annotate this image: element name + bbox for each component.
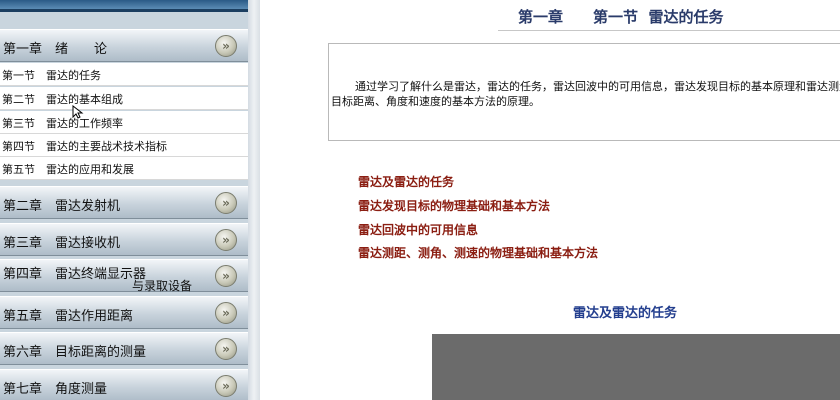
section-item-2[interactable]: 第二节 雷达的基本组成: [0, 87, 248, 110]
topic-link-1[interactable]: 雷达及雷达的任务: [358, 173, 454, 190]
topic-link-3[interactable]: 雷达回波中的可用信息: [358, 221, 478, 238]
chevron-right-icon[interactable]: »: [215, 375, 237, 397]
chevron-right-icon[interactable]: »: [215, 35, 237, 57]
chapter-7-item[interactable]: 第七章 角度测量 »: [0, 369, 248, 400]
section-label: 第三节 雷达的工作频率: [2, 117, 123, 130]
intro-box: 通过学习了解什么是雷达，雷达的任务，雷达回波中的可用信息，雷达发现目标的基本原理…: [328, 43, 840, 141]
section-label: 第五节 雷达的应用和发展: [2, 163, 134, 176]
chevron-right-icon[interactable]: »: [215, 302, 237, 324]
chevron-right-icon[interactable]: »: [215, 265, 237, 287]
chapter-4-label-line2: 与录取设备: [132, 279, 193, 293]
chevron-right-icon[interactable]: »: [215, 338, 237, 360]
title-underline: [498, 30, 840, 31]
chapter-5-item[interactable]: 第五章 雷达作用距离 »: [0, 296, 248, 329]
chevron-right-icon[interactable]: »: [215, 192, 237, 214]
chapter-5-label: 第五章 雷达作用距离: [3, 309, 134, 324]
chapter-2-label: 第二章 雷达发射机: [3, 199, 121, 214]
section-label: 第二节 雷达的基本组成: [2, 93, 123, 106]
chevron-right-icon[interactable]: »: [215, 229, 237, 251]
section-item-3[interactable]: 第三节 雷达的工作频率: [0, 111, 248, 134]
chapter-3-item[interactable]: 第三章 雷达接收机 »: [0, 223, 248, 256]
section-item-5[interactable]: 第五节 雷达的应用和发展: [0, 157, 248, 180]
section-heading: 雷达及雷达的任务: [573, 306, 678, 321]
chapter-4-label: 第四章 雷达终端显示器: [3, 267, 147, 282]
chapter-6-item[interactable]: 第六章 目标距离的测量 »: [0, 332, 248, 365]
chapter-3-label: 第三章 雷达接收机: [3, 236, 121, 251]
topic-link-4[interactable]: 雷达测距、测角、测速的物理基础和基本方法: [358, 244, 598, 261]
mouse-cursor-icon: [72, 105, 84, 119]
page-title: 第一章 第一节 雷达的任务: [518, 8, 724, 26]
content-image: [432, 334, 840, 400]
chapter-1-item[interactable]: 第一章 绪 论 »: [0, 29, 248, 62]
section-label: 第四节 雷达的主要战术技术指标: [2, 140, 167, 153]
chapter-7-label: 第七章 角度测量: [3, 382, 108, 397]
frame-divider[interactable]: [248, 0, 260, 400]
chapter-6-label: 第六章 目标距离的测量: [3, 345, 147, 360]
chapter-2-item[interactable]: 第二章 雷达发射机 »: [0, 186, 248, 219]
chapter-1-label: 第一章 绪 论: [3, 42, 108, 57]
section-item-1[interactable]: 第一节 雷达的任务: [0, 63, 248, 86]
content-pane: 第一章 第一节 雷达的任务 通过学习了解什么是雷达，雷达的任务，雷达回波中的可用…: [260, 0, 840, 400]
topic-link-2[interactable]: 雷达发现目标的物理基础和基本方法: [358, 197, 550, 214]
intro-text: 通过学习了解什么是雷达，雷达的任务，雷达回波中的可用信息，雷达发现目标的基本原理…: [331, 80, 840, 108]
chapter-4-item[interactable]: 第四章 雷达终端显示器 与录取设备 »: [0, 259, 248, 293]
sidebar-header-band: [0, 0, 248, 12]
section-label: 第一节 雷达的任务: [2, 69, 101, 82]
section-item-4[interactable]: 第四节 雷达的主要战术技术指标: [0, 134, 248, 157]
sidebar-nav: 第一章 绪 论 » 第一节 雷达的任务 第二节 雷达的基本组成 第三节 雷达的工…: [0, 0, 248, 400]
